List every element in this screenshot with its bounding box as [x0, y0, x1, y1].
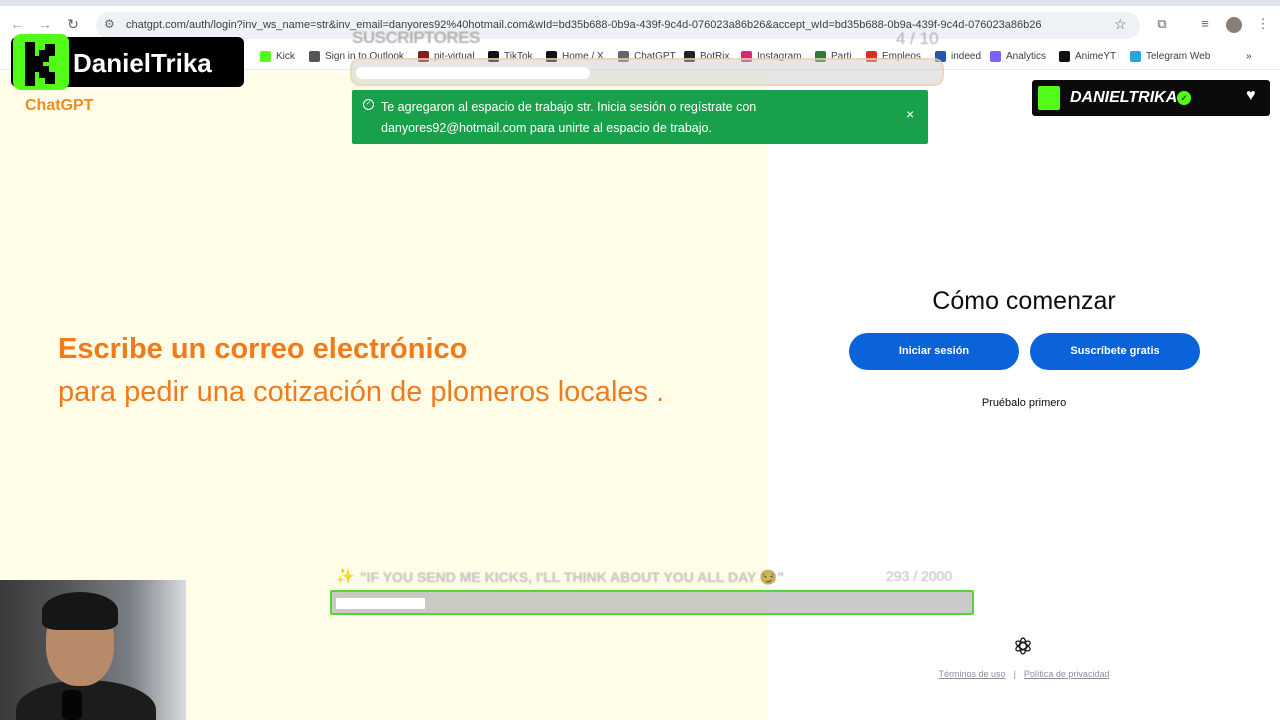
microphone-icon	[62, 690, 82, 720]
openai-logo-icon	[1015, 637, 1031, 655]
bookmark-kick[interactable]: Kick	[260, 51, 295, 62]
footer-links: Términos de uso | Política de privacidad	[768, 669, 1280, 679]
check-circle-icon: ✓	[363, 99, 374, 110]
bookmarks-overflow-icon[interactable]: »	[1246, 51, 1252, 62]
sparkle-icon: ✨	[336, 568, 355, 585]
signup-button[interactable]: Suscríbete gratis	[1030, 333, 1200, 370]
terms-link[interactable]: Términos de uso	[939, 669, 1006, 679]
bookmark-label: indeed	[951, 51, 982, 62]
streamer-logo-badge: DanielTrika	[11, 34, 244, 90]
bookmark-label: AnimeYT	[1075, 51, 1117, 62]
chatgpt-login-page: ChatGPT Escribe un correo electrónico pa…	[0, 71, 1280, 720]
webcam-feed	[0, 580, 186, 720]
media-icon[interactable]: ≡	[1197, 16, 1213, 32]
subscriber-goal-overlay: SUSCRIPTORES 4 / 10	[350, 28, 944, 90]
footer-separator: |	[1013, 669, 1016, 679]
kick-channel-name: DANIELTRIKA	[1070, 89, 1178, 106]
verified-icon: ✓	[1177, 91, 1191, 105]
bookmark-analytics[interactable]: Analytics	[990, 51, 1046, 62]
bookmark-label: Kick	[276, 51, 295, 62]
kicks-goal-overlay: ✨ "IF YOU SEND ME KICKS, I'LL THINK ABOU…	[330, 565, 974, 617]
subscriber-goal-label: SUSCRIPTORES	[352, 28, 480, 47]
toast-message: Te agregaron al espacio de trabajo str. …	[381, 100, 757, 135]
bookmark-label: Analytics	[1006, 51, 1047, 62]
subscriber-goal-fill	[356, 67, 590, 79]
bookmark-animeyt[interactable]: AnimeYT	[1059, 51, 1116, 62]
bookmark-favicon-icon	[1130, 51, 1141, 62]
subscriber-goal-bar	[350, 58, 944, 86]
how-to-start-title: Cómo comenzar	[932, 287, 1116, 315]
subline: para pedir una cotización de plomeros lo…	[58, 376, 665, 408]
bookmark-favicon-icon	[990, 51, 1001, 62]
bookmark-telegram-web[interactable]: Telegram Web	[1130, 51, 1210, 62]
close-icon[interactable]: ×	[906, 106, 914, 122]
heart-icon: ♥	[1246, 87, 1256, 104]
kicks-goal-text: "IF YOU SEND ME KICKS, I'LL THINK ABOUT …	[360, 569, 785, 585]
kick-small-logo-icon	[1038, 86, 1060, 110]
bookmark-favicon-icon	[260, 51, 271, 62]
profile-avatar[interactable]	[1226, 17, 1242, 33]
extensions-icon[interactable]: ⧉	[1154, 16, 1170, 32]
site-info-icon[interactable]: ⚙	[104, 17, 115, 31]
right-panel: Cómo comenzar Iniciar sesión Suscríbete …	[768, 71, 1280, 720]
tab-strip	[0, 0, 1280, 6]
reload-icon[interactable]: ↻	[64, 15, 82, 33]
bookmark-favicon-icon	[1059, 51, 1070, 62]
brand-logo: ChatGPT	[25, 97, 94, 114]
subscriber-goal-count: 4 / 10	[896, 29, 939, 48]
kicks-goal-bar	[330, 590, 974, 615]
bookmark-star-icon[interactable]: ☆	[1114, 16, 1127, 33]
kick-channel-badge: DANIELTRIKA ✓ ♥	[1032, 80, 1270, 116]
forward-icon[interactable]: →	[36, 15, 54, 33]
back-icon[interactable]: ←	[8, 15, 26, 33]
login-button[interactable]: Iniciar sesión	[849, 333, 1019, 370]
bookmark-favicon-icon	[309, 51, 320, 62]
try-first-link[interactable]: Pruébalo primero	[768, 397, 1280, 409]
privacy-link[interactable]: Política de privacidad	[1024, 669, 1110, 679]
kicks-goal-fill	[336, 598, 425, 609]
kick-logo-icon	[13, 34, 69, 90]
headline: Escribe un correo electrónico	[58, 333, 468, 365]
streamer-name: DanielTrika	[73, 48, 212, 78]
menu-icon[interactable]: ⋮	[1255, 16, 1271, 32]
bookmark-label: Telegram Web	[1146, 51, 1211, 62]
kicks-goal-count: 293 / 2000	[886, 568, 953, 584]
workspace-invite-toast: ✓ Te agregaron al espacio de trabajo str…	[352, 90, 928, 144]
